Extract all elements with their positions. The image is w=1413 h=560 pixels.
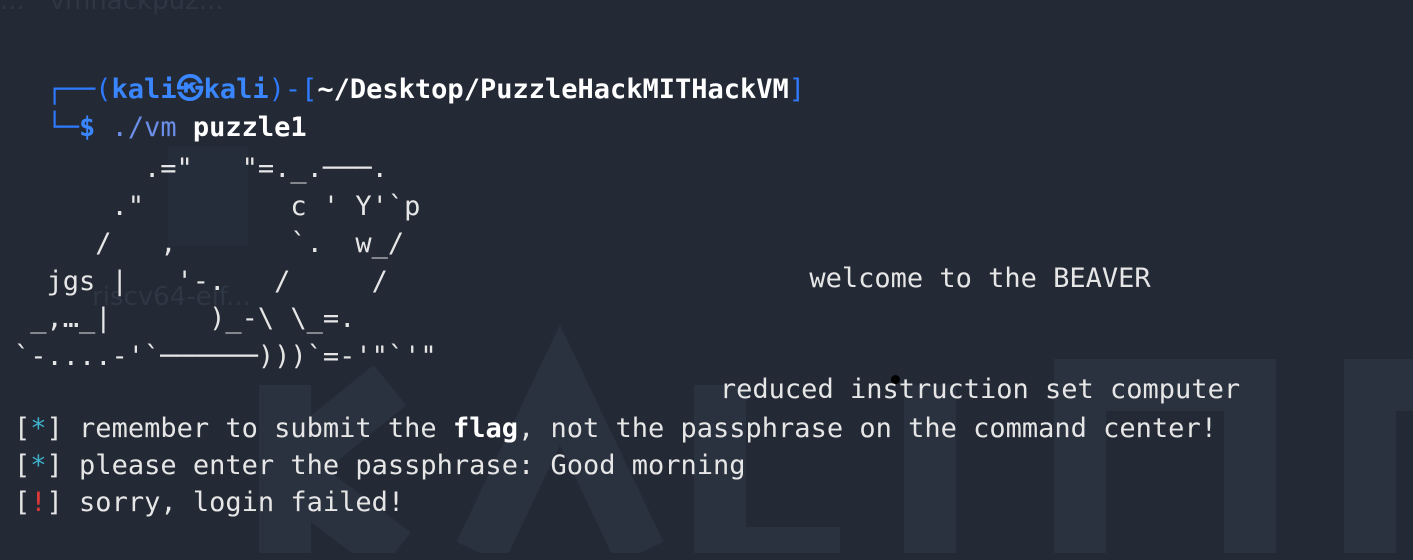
reminder-flag-word: flag — [452, 413, 518, 444]
desktop-file-label: ... vmhackpuz... — [0, 0, 224, 16]
passphrase-prompt-text: please enter the passphrase: Good mornin… — [62, 450, 746, 481]
output-line-error: [!] sorry, login failed! — [14, 487, 405, 518]
command-line[interactable]: └─$ ./vm puzzle1 — [14, 72, 307, 143]
prompt-bracket-close: ] — [788, 74, 806, 105]
prompt-line: ┌──(kali㉿kali)-[~/Desktop/PuzzleHackMITH… — [14, 34, 806, 105]
banner-line-2: reduced instruction set computer — [719, 374, 1241, 405]
reminder-text-start: remember to submit the — [62, 413, 453, 444]
prompt-cwd: ~/Desktop/PuzzleHackMITHackVM — [317, 74, 789, 105]
prompt-dollar: $ — [79, 112, 96, 143]
reminder-text-end: , not the passphrase on the command cent… — [517, 413, 1217, 444]
mouse-pointer-dot — [891, 375, 900, 384]
watermark-letter-partial — [1344, 359, 1413, 553]
error-marker: ! — [30, 487, 47, 518]
output-line-reminder: [*] remember to submit the flag, not the… — [14, 413, 1217, 444]
info-marker: * — [30, 413, 47, 444]
info-marker: * — [30, 450, 47, 481]
command-name: ./vm — [111, 112, 177, 143]
output-line-passphrase: [*] please enter the passphrase: Good mo… — [14, 450, 746, 481]
command-argument: puzzle1 — [192, 112, 307, 143]
prompt-corner-bottom: └─ — [46, 112, 80, 143]
error-text: sorry, login failed! — [62, 487, 405, 518]
welcome-banner: welcome to the BEAVER reduced instructio… — [660, 186, 1300, 445]
banner-line-1: welcome to the BEAVER — [809, 263, 1151, 294]
beaver-ascii-art: .=" "=._.───. ." c ' Y'`p / , `. w_/ jgs… — [14, 153, 437, 372]
